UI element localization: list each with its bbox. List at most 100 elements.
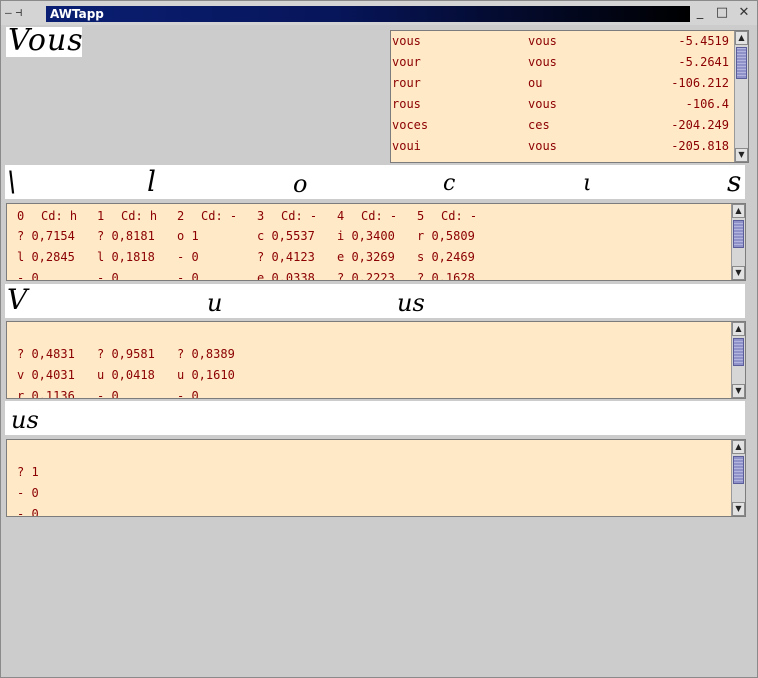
- candidate-row[interactable]: rour ou -106.212: [391, 73, 735, 94]
- letter-cell: ? 0,4831: [17, 347, 75, 361]
- segment-index: 2: [177, 209, 185, 223]
- scroll-up-icon[interactable]: ▲: [732, 440, 745, 454]
- letter-cell: ? 0,8389: [177, 347, 235, 361]
- scroll-up-icon[interactable]: ▲: [735, 31, 748, 45]
- awt-app-window: — ⊣ AWTapp _ □ ✕ Vous vous vous -5.4519 vou…: [0, 0, 758, 678]
- segment-cell: ? 0,1628: [417, 271, 475, 281]
- table-row: ? 1: [7, 462, 731, 483]
- close-icon[interactable]: ✕: [737, 5, 751, 21]
- menu-dash-icon[interactable]: —: [5, 6, 12, 20]
- letter-glyph: V: [7, 283, 28, 316]
- segment-cell: r 0,5809: [417, 229, 475, 243]
- segments-table[interactable]: 0 Cd: h 1 Cd: h 2 Cd: - 3 Cd: - 4 Cd: - 5 Cd: - ? 0…: [6, 203, 746, 281]
- candidate-row[interactable]: rous vous -106.4: [391, 94, 735, 115]
- segment-cell: e 0,3269: [337, 250, 395, 264]
- suffix-scrollbar[interactable]: ▲ ▼: [731, 440, 745, 516]
- segment-index: 4: [337, 209, 345, 223]
- candidate-row[interactable]: -215.112: [391, 157, 735, 162]
- table-row: - 0: [7, 483, 731, 504]
- scroll-down-icon[interactable]: ▼: [732, 502, 745, 516]
- table-row: ? 0,7154 ? 0,8181 o 1 c 0,5537 i 0,3400 r 0,5…: [7, 226, 731, 247]
- segment-label: Cd: h: [121, 209, 158, 223]
- candidate-match: ou: [528, 76, 543, 90]
- candidate-score: -215.112: [671, 157, 729, 162]
- segment-cell: e 0,0338: [257, 271, 315, 281]
- suffix-cell: - 0: [17, 507, 39, 517]
- segment-cell: l 0,1818: [97, 250, 155, 264]
- segments-image-strip: \ l o c ι s: [5, 165, 745, 199]
- maximize-icon[interactable]: □: [715, 5, 729, 21]
- scroll-down-icon[interactable]: ▼: [732, 266, 745, 280]
- letter-glyph: u: [207, 289, 223, 317]
- segment-cell: o 1: [177, 229, 199, 243]
- candidate-score: -205.818: [671, 139, 729, 153]
- segment-glyph: s: [727, 165, 742, 198]
- letter-glyph: us: [397, 289, 425, 317]
- scroll-thumb[interactable]: [733, 220, 744, 248]
- segment-label: Cd: h: [41, 209, 78, 223]
- candidate-word: vour: [392, 55, 421, 69]
- letter-cell: - 0: [177, 389, 199, 399]
- candidates-scrollbar[interactable]: ▲ ▼: [734, 31, 748, 162]
- minimize-icon[interactable]: _: [693, 5, 707, 21]
- suffix-glyph: us: [11, 406, 39, 434]
- candidates-list[interactable]: vous vous -5.4519 vour vous -5.2641 rour ou -106…: [390, 30, 749, 163]
- table-row: - 0: [7, 504, 731, 517]
- title-bar[interactable]: — ⊣ AWTapp _ □ ✕: [1, 1, 757, 25]
- candidate-score: -106.4: [685, 97, 729, 111]
- segment-cell: ? 0,4123: [257, 250, 315, 264]
- segment-index: 3: [257, 209, 265, 223]
- segment-cell: - 0: [97, 271, 119, 281]
- segment-glyph: o: [293, 170, 308, 198]
- candidate-row[interactable]: voui vous -205.818: [391, 136, 735, 157]
- segment-label: Cd: -: [281, 209, 318, 223]
- scroll-down-icon[interactable]: ▼: [732, 384, 745, 398]
- segment-label: Cd: -: [361, 209, 398, 223]
- scroll-thumb[interactable]: [733, 456, 744, 484]
- segment-cell: s 0,2469: [417, 250, 475, 264]
- suffix-cell: - 0: [17, 486, 39, 500]
- candidate-word: rour: [392, 76, 421, 90]
- candidate-row[interactable]: voces ces -204.249: [391, 115, 735, 136]
- segment-cell: ? 0,7154: [17, 229, 75, 243]
- segments-scrollbar[interactable]: ▲ ▼: [731, 204, 745, 280]
- candidate-match: vous: [528, 34, 557, 48]
- candidate-word: voui: [392, 139, 421, 153]
- segment-index: 5: [417, 209, 425, 223]
- letter-cell: v 0,4031: [17, 368, 75, 382]
- letter-cell: ? 0,9581: [97, 347, 155, 361]
- letter-cell: r 0,1136: [17, 389, 75, 399]
- handwritten-word-image: Vous: [6, 23, 83, 58]
- segment-cell: ? 0,2223: [337, 271, 395, 281]
- title-strip[interactable]: AWTapp: [46, 6, 690, 22]
- candidate-match: vous: [528, 97, 557, 111]
- candidate-row[interactable]: vour vous -5.2641: [391, 52, 735, 73]
- pin-icon[interactable]: ⊣: [16, 6, 23, 20]
- handwritten-word: Vous: [8, 23, 84, 58]
- suffix-image-strip: us: [5, 401, 745, 435]
- segment-cell: c 0,5537: [257, 229, 315, 243]
- segment-label: Cd: -: [441, 209, 478, 223]
- segments-header: 0 Cd: h 1 Cd: h 2 Cd: - 3 Cd: - 4 Cd: - 5 Cd: -: [7, 206, 745, 226]
- table-row: v 0,4031 u 0,0418 u 0,1610: [7, 365, 731, 386]
- table-row: l 0,2845 l 0,1818 - 0 ? 0,4123 e 0,3269 s 0,2…: [7, 247, 731, 268]
- segment-index: 1: [97, 209, 105, 223]
- candidate-row[interactable]: vous vous -5.4519: [391, 31, 735, 52]
- letter-cell: u 0,1610: [177, 368, 235, 382]
- letter-cell: - 0: [97, 389, 119, 399]
- segment-glyph: c: [443, 171, 456, 196]
- candidate-match: vous: [528, 55, 557, 69]
- letters-table[interactable]: ? 0,4831 ? 0,9581 ? 0,8389 v 0,4031 u 0,0418…: [6, 321, 746, 399]
- segment-cell: l 0,2845: [17, 250, 75, 264]
- scroll-down-icon[interactable]: ▼: [735, 148, 748, 162]
- suffix-table[interactable]: ? 1 - 0 - 0 ▲ ▼: [6, 439, 746, 517]
- scroll-thumb[interactable]: [736, 47, 747, 79]
- table-row: r 0,1136 - 0 - 0: [7, 386, 731, 399]
- segment-cell: - 0: [17, 271, 39, 281]
- scroll-thumb[interactable]: [733, 338, 744, 366]
- scroll-up-icon[interactable]: ▲: [732, 204, 745, 218]
- window-title: AWTapp: [50, 7, 104, 21]
- letters-scrollbar[interactable]: ▲ ▼: [731, 322, 745, 398]
- candidate-word: vous: [392, 34, 421, 48]
- scroll-up-icon[interactable]: ▲: [732, 322, 745, 336]
